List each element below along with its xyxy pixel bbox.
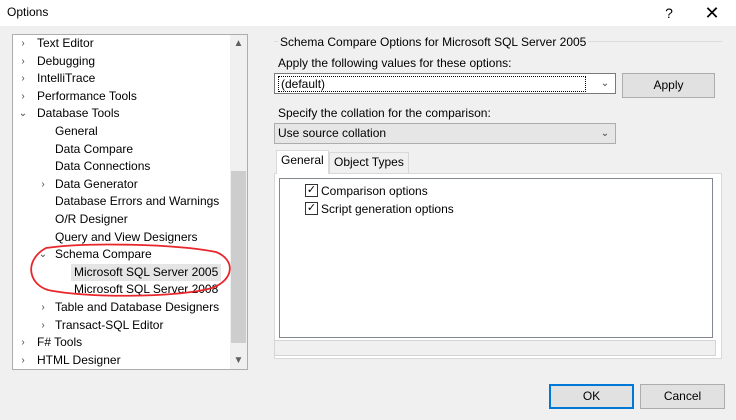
tree-item-label: Schema Compare <box>55 247 152 262</box>
option-label: Script generation options <box>321 202 454 216</box>
tree-item-label: Microsoft SQL Server 2008 <box>74 282 219 297</box>
title-bar: Options ? ✕ <box>0 0 736 26</box>
ok-button[interactable]: OK <box>549 384 634 409</box>
chevron-down-icon[interactable]: ⌄ <box>17 105 29 122</box>
status-field <box>274 340 716 356</box>
chevron-down-icon[interactable]: ⌄ <box>37 246 49 263</box>
collation-selected: Use source collation <box>278 126 387 140</box>
tree-item-label: General <box>55 124 98 138</box>
tab-object-types[interactable]: Object Types <box>329 152 409 173</box>
option-label: Comparison options <box>321 184 428 198</box>
chevron-right-icon[interactable]: › <box>17 334 29 351</box>
tree-item-label: IntelliTrace <box>37 71 96 86</box>
tree-item-label: Table and Database Designers <box>55 300 220 314</box>
close-icon: ✕ <box>704 2 720 23</box>
help-button[interactable]: ? <box>651 0 687 26</box>
chevron-right-icon[interactable]: › <box>17 88 29 105</box>
chevron-right-icon[interactable]: › <box>17 70 29 87</box>
tree-item-label: F# Tools <box>37 335 83 350</box>
options-dialog: Options ? ✕ › Text Editor › Debugging › … <box>0 0 736 420</box>
tree-item-label: Data Compare <box>55 141 134 156</box>
general-tab-panel: ✓ Comparison options ✓ Script generation… <box>274 173 722 359</box>
collation-label: Specify the collation for the comparison… <box>278 106 491 120</box>
tree-scrollbar[interactable]: ▲ ▼ <box>230 35 247 369</box>
scroll-down-icon[interactable]: ▼ <box>230 352 247 369</box>
tree-item-label: Database Errors and Warnings <box>55 194 220 209</box>
tree-item-label: Data Connections <box>55 159 151 174</box>
scroll-up-icon[interactable]: ▲ <box>230 35 247 52</box>
close-button[interactable]: ✕ <box>694 0 730 26</box>
group-title: Schema Compare Options for Microsoft SQL… <box>278 35 589 49</box>
tree-item-label: Data Generator <box>55 176 138 191</box>
comparison-options-checkbox[interactable]: ✓ <box>305 184 318 197</box>
script-generation-checkbox[interactable]: ✓ <box>305 202 318 215</box>
chevron-right-icon[interactable]: › <box>17 35 29 52</box>
help-icon: ? <box>665 5 673 21</box>
tab-general[interactable]: General <box>276 150 329 174</box>
tree-item-label: Text Editor <box>37 36 94 50</box>
tree-item-label: Query and View Designers <box>55 229 198 244</box>
chevron-right-icon[interactable]: › <box>37 176 49 193</box>
chevron-down-icon[interactable]: ⌄ <box>598 74 612 93</box>
tree-item-label: Microsoft SQL Server 2005 <box>71 263 222 281</box>
chevron-down-icon[interactable]: ⌄ <box>598 124 612 143</box>
options-list[interactable]: ✓ Comparison options ✓ Script generation… <box>279 178 713 338</box>
apply-button[interactable]: Apply <box>622 73 715 98</box>
collation-dropdown[interactable]: Use source collation ⌄ <box>274 123 616 144</box>
dialog-title: Options <box>7 5 49 19</box>
chevron-right-icon[interactable]: › <box>17 352 29 369</box>
chevron-right-icon[interactable]: › <box>37 299 49 316</box>
chevron-right-icon[interactable]: › <box>17 53 29 70</box>
chevron-right-icon[interactable]: › <box>37 317 49 334</box>
scrollbar-thumb[interactable] <box>231 171 246 343</box>
apply-values-dropdown[interactable]: (default) ⌄ <box>274 73 616 94</box>
tree-item-label: HTML Designer <box>37 352 121 367</box>
options-tree[interactable]: › Text Editor › Debugging › IntelliTrace… <box>12 34 248 370</box>
tree-item-label: Database Tools <box>37 106 120 121</box>
apply-values-label: Apply the following values for these opt… <box>278 56 512 70</box>
tree-item-label: O/R Designer <box>55 212 128 226</box>
apply-values-selected: (default) <box>278 76 586 92</box>
tree-item-label: Transact-SQL Editor <box>55 317 164 332</box>
cancel-button[interactable]: Cancel <box>640 384 725 409</box>
tree-item-label: Performance Tools <box>37 88 137 103</box>
tree-item-label: Debugging <box>37 53 96 68</box>
